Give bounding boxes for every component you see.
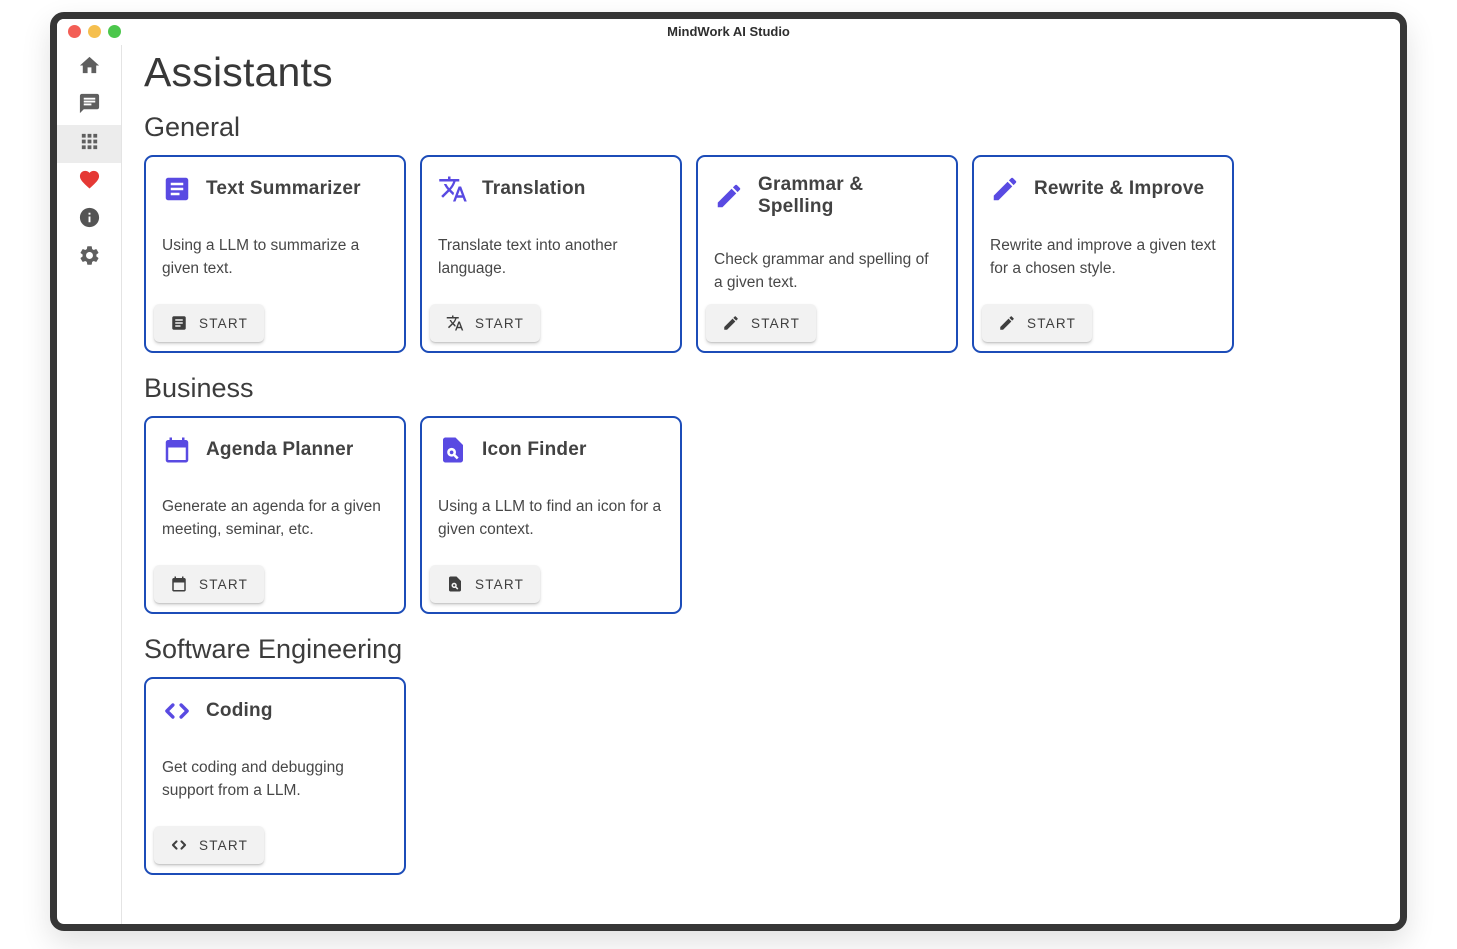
sidebar-item-about[interactable] [57, 201, 121, 239]
card-title: Text Summarizer [206, 178, 361, 200]
calendar-icon [170, 575, 188, 593]
card-actions: START [422, 557, 680, 612]
card-actions: START [422, 296, 680, 351]
pencil-icon [722, 314, 740, 332]
card-description: Get coding and debugging support from a … [146, 756, 404, 802]
assistant-section: Business Agenda Planner Generate an agen… [144, 373, 1376, 614]
assistant-card: Coding Get coding and debugging support … [144, 677, 406, 875]
start-button-label: START [199, 316, 248, 331]
pencil-icon [714, 181, 744, 211]
start-button-label: START [199, 838, 248, 853]
assistant-card: Icon Finder Using a LLM to find an icon … [420, 416, 682, 614]
info-icon [78, 206, 101, 234]
card-description: Rewrite and improve a given text for a c… [974, 234, 1232, 280]
assistant-card: Rewrite & Improve Rewrite and improve a … [972, 155, 1234, 353]
card-actions: START [146, 557, 404, 612]
start-button-label: START [1027, 316, 1076, 331]
icon-search-icon [438, 435, 468, 465]
start-button[interactable]: START [430, 565, 540, 603]
document-icon [170, 314, 188, 332]
start-button[interactable]: START [154, 565, 264, 603]
sidebar-item-assistants[interactable] [57, 125, 121, 163]
start-button-label: START [475, 577, 524, 592]
window-title: MindWork AI Studio [57, 24, 1400, 39]
card-title: Translation [482, 178, 586, 200]
start-button-label: START [475, 316, 524, 331]
card-actions: START [146, 296, 404, 351]
card-actions: START [146, 818, 404, 873]
assistant-card: Grammar & Spelling Check grammar and spe… [696, 155, 958, 353]
document-icon [162, 174, 192, 204]
code-icon [162, 696, 192, 726]
card-description: Using a LLM to summarize a given text. [146, 234, 404, 280]
card-title: Coding [206, 700, 273, 722]
card-header: Translation [422, 157, 680, 204]
card-row: Text Summarizer Using a LLM to summarize… [144, 155, 1376, 353]
section-heading: General [144, 112, 1376, 143]
translate-icon [446, 314, 464, 332]
start-button-label: START [751, 316, 800, 331]
calendar-icon [162, 435, 192, 465]
card-header: Grammar & Spelling [698, 157, 956, 218]
home-icon [78, 54, 101, 82]
card-header: Coding [146, 679, 404, 726]
pencil-icon [990, 174, 1020, 204]
card-description: Generate an agenda for a given meeting, … [146, 495, 404, 541]
card-header: Text Summarizer [146, 157, 404, 204]
sidebar [57, 45, 122, 924]
start-button[interactable]: START [706, 304, 816, 342]
start-button[interactable]: START [154, 304, 264, 342]
card-actions: START [698, 296, 956, 351]
card-header: Agenda Planner [146, 418, 404, 465]
gear-icon [78, 244, 101, 272]
card-description: Check grammar and spelling of a given te… [698, 248, 956, 294]
section-heading: Software Engineering [144, 634, 1376, 665]
page-title: Assistants [144, 49, 1376, 96]
card-header: Icon Finder [422, 418, 680, 465]
titlebar: MindWork AI Studio [57, 19, 1400, 45]
heart-icon [78, 168, 101, 196]
chat-icon [78, 92, 101, 120]
content-area: Assistants General Text Summarizer Using… [122, 45, 1400, 924]
pencil-icon [998, 314, 1016, 332]
assistant-section: General Text Summarizer Using a LLM to s… [144, 112, 1376, 353]
sidebar-item-home[interactable] [57, 49, 121, 87]
assistant-card: Text Summarizer Using a LLM to summarize… [144, 155, 406, 353]
assistant-section: Software Engineering Coding Get coding a… [144, 634, 1376, 875]
card-title: Rewrite & Improve [1034, 178, 1204, 200]
assistant-card: Translation Translate text into another … [420, 155, 682, 353]
sidebar-item-chats[interactable] [57, 87, 121, 125]
card-description: Translate text into another language. [422, 234, 680, 280]
apps-grid-icon [78, 130, 101, 158]
icon-search-icon [446, 575, 464, 593]
card-title: Agenda Planner [206, 439, 353, 461]
start-button[interactable]: START [154, 826, 264, 864]
start-button[interactable]: START [430, 304, 540, 342]
assistant-card: Agenda Planner Generate an agenda for a … [144, 416, 406, 614]
start-button[interactable]: START [982, 304, 1092, 342]
card-actions: START [974, 296, 1232, 351]
code-icon [170, 836, 188, 854]
card-row: Agenda Planner Generate an agenda for a … [144, 416, 1376, 614]
card-description: Using a LLM to find an icon for a given … [422, 495, 680, 541]
start-button-label: START [199, 577, 248, 592]
sidebar-item-settings[interactable] [57, 239, 121, 277]
card-title: Grammar & Spelling [758, 174, 940, 218]
card-row: Coding Get coding and debugging support … [144, 677, 1376, 875]
card-title: Icon Finder [482, 439, 587, 461]
section-heading: Business [144, 373, 1376, 404]
app-window: MindWork AI Studio Assistants General Te… [50, 12, 1407, 931]
card-header: Rewrite & Improve [974, 157, 1232, 204]
translate-icon [438, 174, 468, 204]
sidebar-item-supporters[interactable] [57, 163, 121, 201]
